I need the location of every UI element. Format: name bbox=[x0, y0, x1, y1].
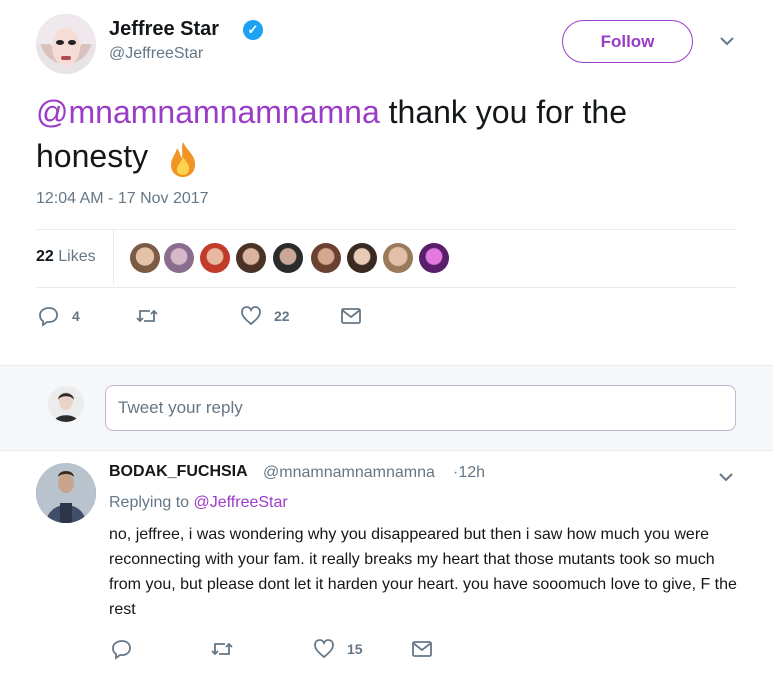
heart-icon bbox=[314, 639, 334, 659]
liker-avatar[interactable] bbox=[311, 243, 341, 273]
chevron-down-icon[interactable] bbox=[716, 467, 736, 487]
reply-icon bbox=[39, 307, 58, 327]
retweet-action[interactable] bbox=[210, 638, 234, 660]
current-user-avatar[interactable] bbox=[48, 386, 84, 422]
likes-count[interactable]: 22 Likes bbox=[36, 248, 96, 266]
divider bbox=[36, 229, 736, 230]
tweet-reply-input[interactable] bbox=[105, 385, 736, 431]
author-display-name[interactable]: Jeffree Star bbox=[109, 18, 219, 41]
direct-message-action[interactable] bbox=[340, 306, 362, 326]
tweet-mention-link[interactable]: @mnamnamnamnamna bbox=[36, 94, 380, 130]
reply-text: no, jeffree, i was wondering why you dis… bbox=[109, 526, 737, 618]
tweet-text: @mnamnamnamnamna thank you for the hones… bbox=[36, 90, 736, 179]
liker-avatar[interactable] bbox=[419, 243, 449, 273]
reply-author-handle[interactable]: @mnamnamnamnamna bbox=[263, 464, 435, 482]
reply-tweet: BODAK_FUCHSIA @mnamnamnamnamna ·12h Repl… bbox=[0, 451, 773, 675]
direct-message-action[interactable] bbox=[411, 639, 433, 659]
liker-avatar[interactable] bbox=[273, 243, 303, 273]
liker-avatar[interactable] bbox=[383, 243, 413, 273]
author-handle[interactable]: @JeffreeStar bbox=[109, 45, 203, 63]
liker-avatar[interactable] bbox=[200, 243, 230, 273]
chevron-down-icon[interactable] bbox=[716, 30, 738, 52]
replying-to: Replying to @JeffreeStar bbox=[109, 494, 288, 511]
reply-icon bbox=[112, 640, 131, 660]
divider bbox=[36, 287, 736, 288]
liker-avatar[interactable] bbox=[164, 243, 194, 273]
liker-avatar[interactable] bbox=[130, 243, 160, 273]
reply-action[interactable] bbox=[111, 638, 133, 660]
like-action[interactable]: 22 bbox=[240, 305, 290, 327]
like-count: 22 bbox=[274, 308, 290, 324]
divider bbox=[113, 230, 114, 285]
tweet-timestamp[interactable]: 12:04 AM - 17 Nov 2017 bbox=[36, 190, 209, 208]
reply-action[interactable]: 4 bbox=[38, 305, 80, 327]
reply-author-name[interactable]: BODAK_FUCHSIA bbox=[109, 463, 248, 481]
verified-badge-icon: ✓ bbox=[243, 20, 263, 40]
envelope-icon bbox=[412, 641, 432, 657]
retweet-icon bbox=[211, 642, 233, 656]
main-tweet: Jeffree Star ✓ @JeffreeStar Follow @mnam… bbox=[0, 0, 773, 365]
reply-author-avatar[interactable] bbox=[36, 463, 96, 523]
envelope-icon bbox=[341, 308, 361, 324]
reply-time[interactable]: ·12h bbox=[453, 464, 485, 482]
follow-button[interactable]: Follow bbox=[562, 20, 693, 63]
retweet-icon bbox=[136, 309, 158, 323]
liker-avatar[interactable] bbox=[236, 243, 266, 273]
author-avatar[interactable] bbox=[36, 14, 96, 74]
heart-icon bbox=[241, 306, 261, 326]
like-count: 15 bbox=[347, 641, 363, 657]
retweet-action[interactable] bbox=[135, 305, 159, 327]
reply-composer bbox=[0, 365, 773, 451]
liker-avatar[interactable] bbox=[347, 243, 377, 273]
like-action[interactable]: 15 bbox=[313, 638, 363, 660]
replying-to-link[interactable]: @JeffreeStar bbox=[194, 494, 288, 511]
fire-emoji-icon bbox=[170, 141, 196, 177]
reply-count: 4 bbox=[72, 308, 80, 324]
